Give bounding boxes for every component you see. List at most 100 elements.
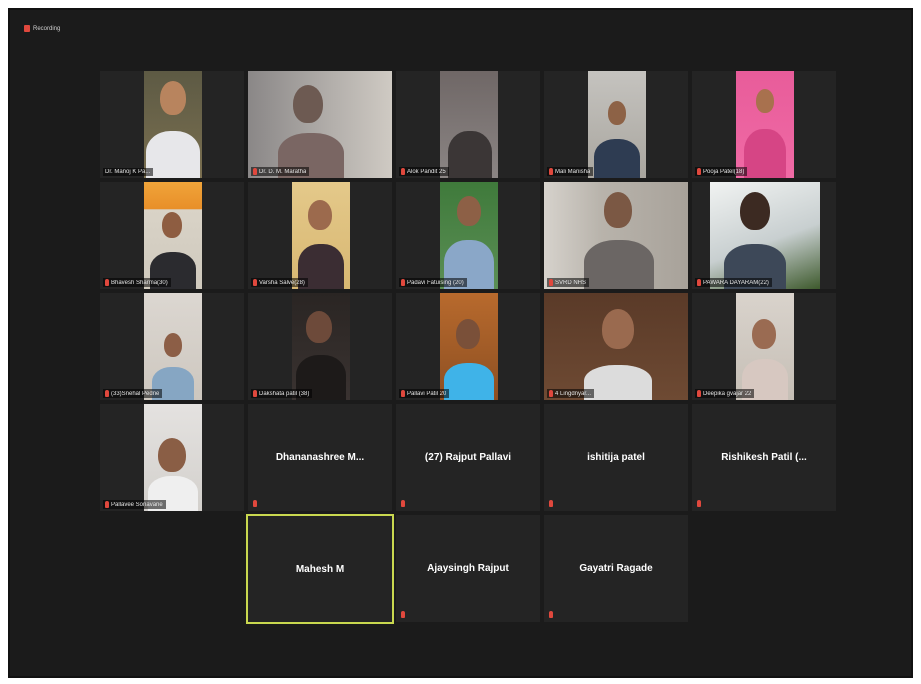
shirt bbox=[584, 365, 652, 400]
mic-muted-icon bbox=[549, 168, 553, 175]
participant-tile[interactable]: Pallavee Sonavane bbox=[100, 404, 244, 511]
participant-tile[interactable]: Dr. Manoj K Pa... bbox=[100, 71, 244, 178]
mic-muted-icon bbox=[697, 279, 701, 286]
participant-name: Ajaysingh Rajput bbox=[427, 563, 509, 574]
participant-name: (27) Rajput Pallavi bbox=[424, 452, 512, 463]
participant-tile[interactable]: Alok Pandit 25 bbox=[396, 71, 540, 178]
participant-nameplate: PAWARA DAYARAM(22) bbox=[695, 278, 772, 287]
participant-name: (33)Snehal Pedne bbox=[111, 390, 160, 397]
participant-tile[interactable]: Dhananashree M... bbox=[248, 404, 392, 511]
participant-nameplate: Varsha Salve(28) bbox=[251, 278, 308, 287]
participant-name: PAWARA DAYARAM(22) bbox=[703, 279, 769, 286]
face bbox=[740, 192, 770, 230]
participant-nameplate: Dr. Manoj K Pa... bbox=[103, 168, 154, 176]
participant-tile[interactable]: Gayatri Ragade bbox=[544, 515, 688, 622]
participant-name: Mahesh M bbox=[295, 564, 345, 575]
participant-tile[interactable]: (33)Snehal Pedne bbox=[100, 293, 244, 400]
participant-video bbox=[144, 71, 202, 178]
participant-tile[interactable]: Mali Manisha bbox=[544, 71, 688, 178]
participant-nameplate: Padavi Fatuising (20) bbox=[399, 278, 467, 287]
participant-tile[interactable]: Ajaysingh Rajput bbox=[396, 515, 540, 622]
participant-tile[interactable]: ishitija patel bbox=[544, 404, 688, 511]
participant-name: Padavi Fatuising (20) bbox=[407, 279, 464, 286]
mic-muted-icon bbox=[401, 168, 405, 175]
participant-tile[interactable]: Deepika gvajar 22 bbox=[692, 293, 836, 400]
face bbox=[158, 438, 186, 472]
face bbox=[608, 101, 626, 125]
mic-muted-icon bbox=[401, 390, 405, 397]
participant-tile[interactable]: (27) Rajput Pallavi bbox=[396, 404, 540, 511]
mic-muted-icon bbox=[697, 390, 701, 397]
mic-muted-icon bbox=[549, 390, 553, 397]
face bbox=[456, 319, 480, 349]
participant-tile[interactable]: Bhavesh Sharma(30) bbox=[100, 182, 244, 289]
participant-tile[interactable]: Rishikesh Patil (... bbox=[692, 404, 836, 511]
participant-video bbox=[736, 71, 794, 178]
participant-tile[interactable]: Dakshata patil (38) bbox=[248, 293, 392, 400]
participant-nameplate: Pallavee Sonavane bbox=[103, 500, 166, 509]
participant-video bbox=[710, 182, 820, 289]
recording-label: Recording bbox=[33, 25, 61, 32]
face bbox=[162, 212, 182, 238]
participant-nameplate: Mali Manisha bbox=[547, 167, 594, 176]
recording-indicator: Recording bbox=[24, 25, 60, 32]
participant-name: Dhananashree M... bbox=[275, 452, 365, 463]
mic-muted-icon bbox=[549, 500, 553, 507]
participant-nameplate: Pallavi Patil 20 bbox=[399, 389, 450, 398]
participant-name: Deepika gvajar 22 bbox=[703, 390, 752, 397]
participant-nameplate: Pooja Patel(18) bbox=[695, 167, 748, 176]
face bbox=[752, 319, 776, 349]
participant-tile[interactable]: Padavi Fatuising (20) bbox=[396, 182, 540, 289]
participant-name: Varsha Salve(28) bbox=[259, 279, 305, 286]
shirt bbox=[594, 139, 640, 178]
participant-video bbox=[144, 404, 202, 511]
face bbox=[602, 309, 634, 349]
recording-icon bbox=[24, 25, 30, 32]
mic-muted-icon bbox=[253, 279, 257, 286]
face bbox=[756, 89, 774, 113]
active-speaker-tile[interactable]: Mahesh M bbox=[246, 514, 394, 624]
face bbox=[293, 85, 323, 123]
participant-name: Mali Manisha bbox=[555, 168, 591, 175]
participant-video bbox=[544, 293, 688, 400]
participant-name: Dr. Manoj K Pa... bbox=[105, 169, 151, 175]
shirt bbox=[448, 131, 492, 178]
participant-video bbox=[292, 182, 350, 289]
mic-muted-icon bbox=[105, 501, 109, 508]
shirt bbox=[744, 129, 786, 178]
mic-muted-icon bbox=[253, 500, 257, 507]
participant-name: Pooja Patel(18) bbox=[703, 168, 745, 175]
participant-name: SVRD NHS bbox=[555, 279, 587, 286]
mic-muted-icon bbox=[401, 611, 405, 618]
participant-nameplate: Dr. D. M. Maratha bbox=[251, 167, 310, 176]
mic-muted-icon bbox=[253, 168, 257, 175]
participant-nameplate: Alok Pandit 25 bbox=[399, 167, 449, 176]
mic-muted-icon bbox=[697, 500, 701, 507]
participant-tile[interactable]: 4 Lingdnyar... bbox=[544, 293, 688, 400]
participant-name: Bhavesh Sharma(30) bbox=[111, 279, 168, 286]
participant-tile[interactable]: PAWARA DAYARAM(22) bbox=[692, 182, 836, 289]
participant-nameplate: Dakshata patil (38) bbox=[251, 389, 313, 398]
participant-tile[interactable]: Pallavi Patil 20 bbox=[396, 293, 540, 400]
shirt bbox=[444, 363, 494, 400]
face bbox=[164, 333, 182, 357]
meeting-window: Recording Dr. Manoj K Pa... Dr. D. M. Ma… bbox=[8, 8, 913, 678]
mic-muted-icon bbox=[401, 500, 405, 507]
participant-tile[interactable]: Dr. D. M. Maratha bbox=[248, 71, 392, 178]
participant-nameplate: (33)Snehal Pedne bbox=[103, 389, 163, 398]
participant-tile[interactable]: SVRD NHS bbox=[544, 182, 688, 289]
participant-name: Pallavi Patil 20 bbox=[407, 390, 447, 397]
participant-tile[interactable]: Varsha Salve(28) bbox=[248, 182, 392, 289]
participant-video bbox=[544, 182, 688, 289]
participant-nameplate: 4 Lingdnyar... bbox=[547, 389, 595, 398]
mic-muted-icon bbox=[549, 279, 553, 286]
participant-video bbox=[440, 71, 498, 178]
participant-video bbox=[736, 293, 794, 400]
participant-name: ishitija patel bbox=[587, 452, 645, 463]
mic-muted-icon bbox=[105, 279, 109, 286]
participant-video bbox=[440, 182, 498, 289]
participant-video bbox=[248, 71, 392, 178]
face bbox=[457, 196, 481, 226]
participant-tile[interactable]: Pooja Patel(18) bbox=[692, 71, 836, 178]
participant-nameplate: SVRD NHS bbox=[547, 278, 590, 287]
